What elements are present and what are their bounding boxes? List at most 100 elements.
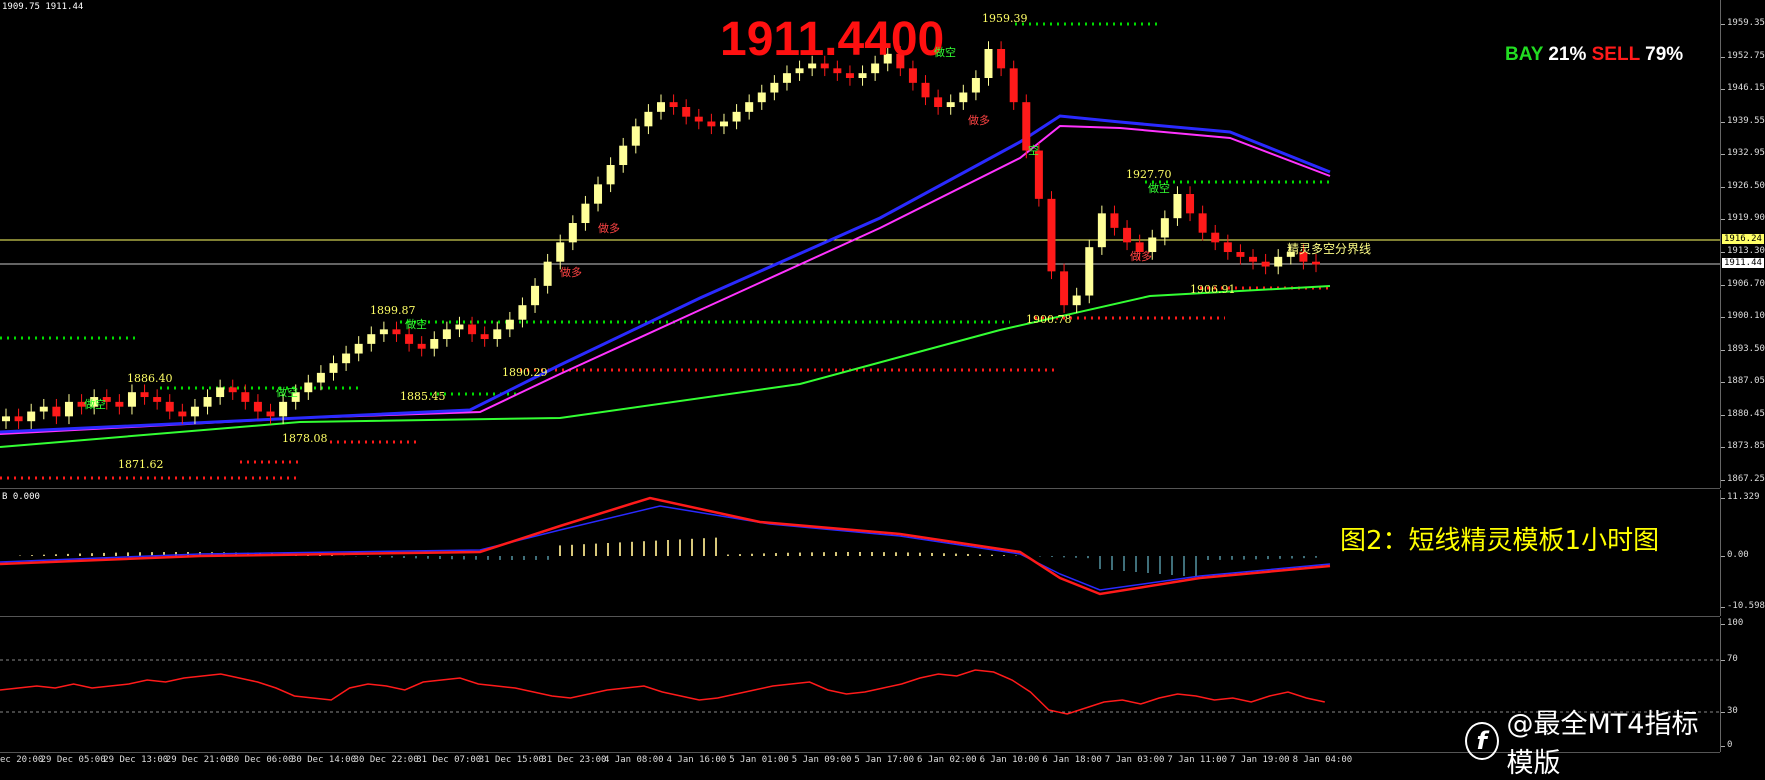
- price-label: 1906.91: [1190, 283, 1236, 296]
- candle-body: [1060, 271, 1069, 306]
- time-axis-label: 7 Jan 03:00: [1104, 755, 1165, 765]
- candle-body: [959, 92, 968, 103]
- candle-body: [1047, 198, 1056, 272]
- price-label: 1878.08: [282, 432, 328, 445]
- time-axis-label: 29 Dec 21:00: [165, 755, 231, 765]
- time-axis-label: 31 Dec 07:00: [416, 755, 482, 765]
- rsi-axis-tick: 70: [1721, 654, 1738, 664]
- candle-body: [984, 49, 993, 79]
- candle-body: [266, 411, 275, 417]
- bay-label: BAY: [1505, 44, 1544, 65]
- price-axis-tick: 1906.70: [1721, 278, 1765, 289]
- price-axis-tick: 1919.90: [1721, 213, 1765, 224]
- candle-body: [619, 145, 628, 166]
- time-axis[interactable]: ec 20:00 29 Dec 05:00 29 Dec 13:00 29 Dec 2…: [0, 752, 1765, 771]
- candle-body: [1223, 242, 1232, 253]
- candle-body: [1072, 295, 1081, 306]
- time-axis-label: 5 Jan 17:00: [854, 755, 914, 765]
- candle-body: [1085, 247, 1094, 296]
- candle-body: [543, 261, 552, 286]
- macd-main-line: [0, 496, 1331, 596]
- candle-body: [934, 97, 943, 108]
- candle-body: [253, 401, 262, 412]
- candle-body: [644, 111, 653, 127]
- candle-body: [480, 334, 489, 340]
- candle-body: [178, 411, 187, 417]
- candle-body: [153, 397, 162, 402]
- candle-body: [140, 392, 149, 398]
- candle-body: [719, 121, 728, 127]
- macd-signal-line: [0, 505, 1331, 591]
- candle-body: [833, 68, 842, 74]
- candle-body: [430, 339, 439, 349]
- candle-body: [342, 353, 351, 364]
- bay-value: 21%: [1548, 44, 1587, 65]
- price-chart-canvas[interactable]: [0, 0, 1720, 488]
- price-axis-tick: 1932.95: [1721, 148, 1765, 159]
- candle-body: [354, 343, 363, 354]
- candle-body: [64, 401, 73, 417]
- price-axis[interactable]: 1959.35 1952.75 1946.15 1939.55 1932.95 1926.…: [1720, 0, 1765, 488]
- rsi-indicator-pane[interactable]: f @最全MT4指标模版: [0, 618, 1720, 779]
- price-axis-tick: 1900.10: [1721, 311, 1765, 322]
- candle-body: [379, 329, 388, 335]
- macd-readout: B 0.000: [2, 492, 40, 502]
- time-axis-label: 30 Dec 22:00: [353, 755, 419, 765]
- candle-body: [367, 334, 376, 344]
- candle-body: [1312, 261, 1320, 265]
- candle-body: [518, 305, 527, 320]
- time-axis-label: 8 Jan 04:00: [1292, 755, 1353, 765]
- candle-body: [594, 184, 603, 204]
- candle-body: [329, 363, 338, 373]
- sell-label: SELL: [1591, 44, 1640, 65]
- candle-body: [795, 68, 804, 74]
- candle-body: [1274, 256, 1283, 267]
- candle-body: [921, 82, 930, 98]
- price-label: 1885.45: [400, 390, 446, 403]
- price-axis-tick: 1873.85: [1721, 441, 1765, 452]
- rsi-axis-tick: 0: [1720, 740, 1733, 750]
- candle-body: [531, 285, 540, 306]
- candle-body: [1110, 213, 1119, 228]
- price-axis-tick: 1880.45: [1721, 408, 1765, 419]
- time-axis-label: 5 Jan 01:00: [729, 755, 789, 765]
- ema-fast-line: [0, 114, 1331, 434]
- price-chart-pane[interactable]: 1909.75 1911.44 1911.4400 BAY 21% SELL 7…: [0, 0, 1720, 489]
- chart-caption: 图2：短线精灵模板1小时图: [1340, 526, 1660, 556]
- rsi-canvas[interactable]: [0, 618, 1720, 752]
- time-axis-label: 29 Dec 13:00: [103, 755, 169, 765]
- candle-body: [757, 92, 766, 103]
- candle-body: [228, 387, 237, 393]
- price-axis-tick: 1959.35: [1721, 18, 1765, 28]
- candle-body: [568, 223, 577, 243]
- candle-body: [745, 102, 754, 112]
- time-axis-label: 4 Jan 08:00: [604, 755, 664, 765]
- candle-body: [707, 121, 716, 127]
- candle-body: [165, 401, 174, 412]
- candle-body: [468, 324, 477, 335]
- sell-value: 79%: [1645, 44, 1684, 65]
- candle-body: [606, 165, 615, 185]
- time-axis-label: 6 Jan 02:00: [917, 755, 977, 765]
- candle-body: [417, 343, 426, 349]
- signal-long: 做多: [560, 266, 582, 279]
- candle-body: [556, 242, 565, 262]
- time-axis-label: 31 Dec 15:00: [478, 755, 544, 765]
- candle-body: [581, 203, 590, 224]
- time-axis-label: 7 Jan 19:00: [1230, 755, 1290, 765]
- signal-short: 做空: [1148, 182, 1170, 195]
- signal-long: 做多: [598, 222, 620, 235]
- candle-body: [304, 382, 313, 393]
- macd-indicator-pane[interactable]: B 0.000 图2：短线精灵模板1小时图: [0, 490, 1720, 617]
- price-axis-tick: 1887.05: [1721, 376, 1765, 387]
- candle-body: [1261, 261, 1270, 267]
- candle-body: [971, 78, 980, 93]
- price-label: 1900.78: [1026, 313, 1072, 326]
- candle-body: [845, 73, 854, 79]
- price-axis-tick: 1946.15: [1721, 83, 1765, 94]
- rsi-axis: 100 70 30 0: [1720, 618, 1765, 752]
- candle-body: [1249, 256, 1258, 262]
- signal-short: 空: [1028, 144, 1039, 157]
- candle-body: [455, 324, 464, 330]
- candle-body: [14, 416, 23, 422]
